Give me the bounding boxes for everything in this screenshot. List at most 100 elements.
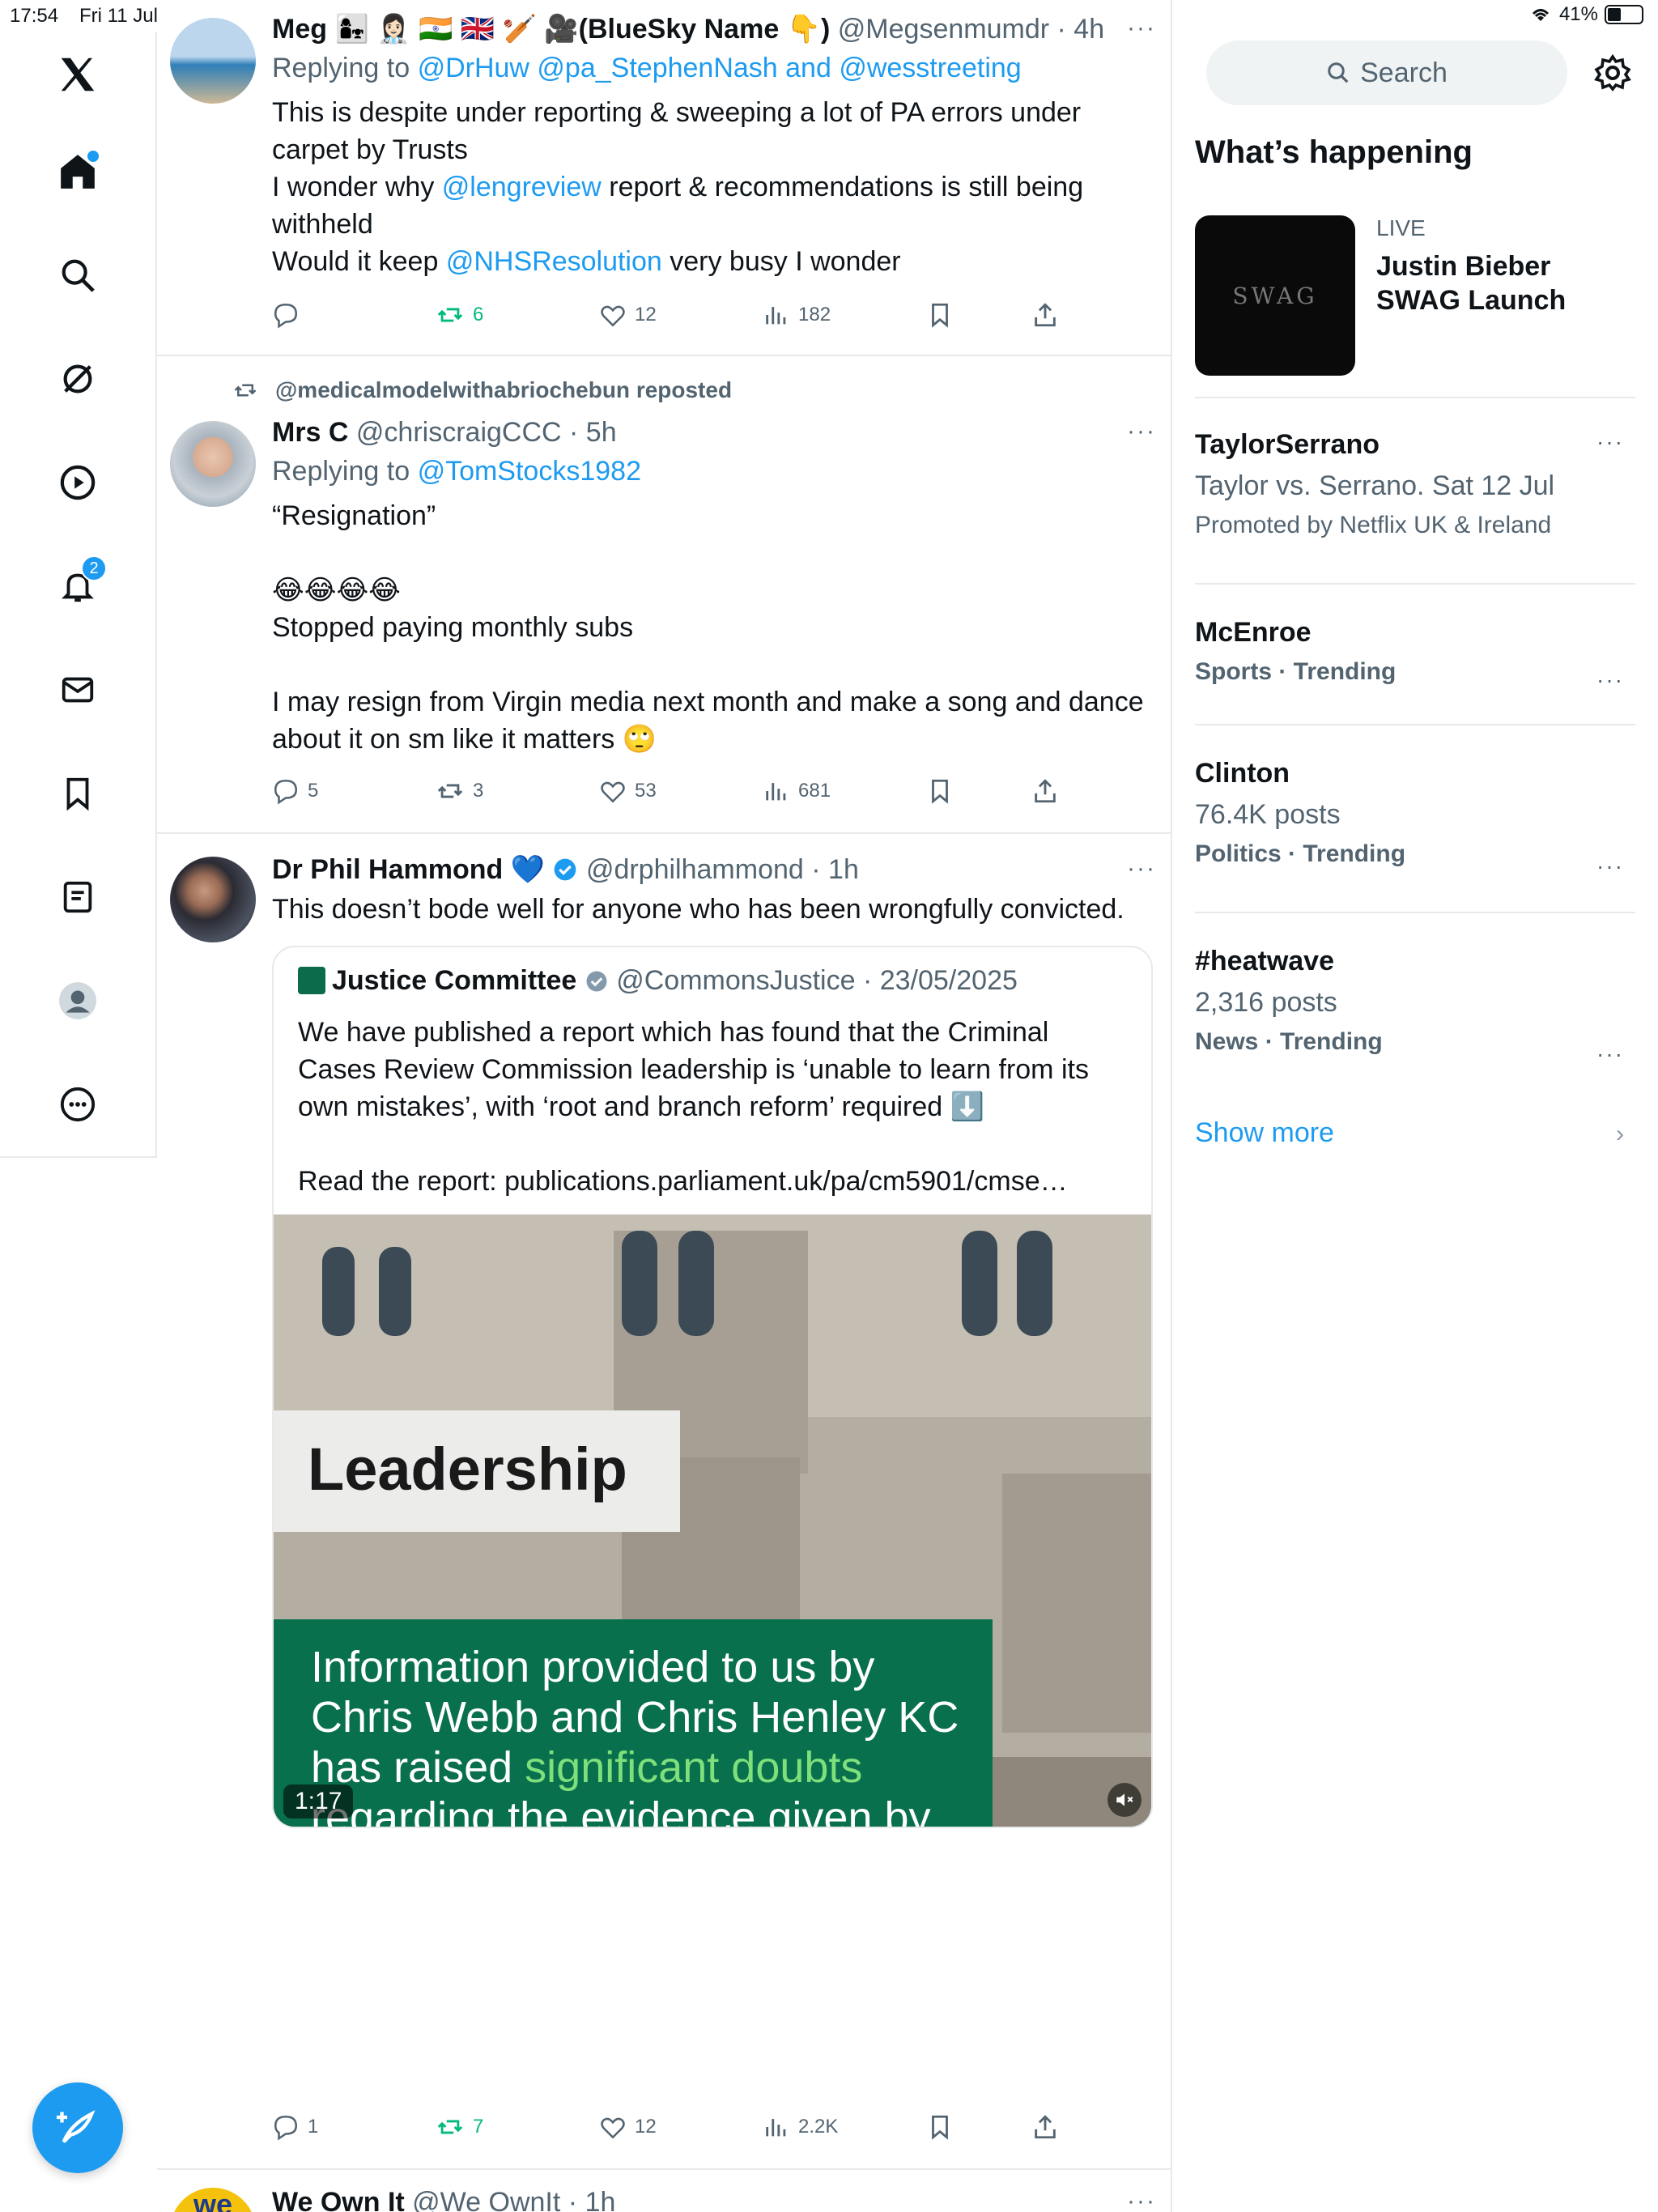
home-icon[interactable]	[52, 146, 104, 198]
author-handle[interactable]: @We OwnIt	[412, 2187, 560, 2212]
bookmarks-icon[interactable]	[52, 768, 104, 819]
author-name[interactable]: Mrs C	[272, 417, 348, 448]
repost-button[interactable]: 3	[436, 777, 599, 805]
live-label: LIVE	[1376, 215, 1426, 240]
x-logo-icon[interactable]	[52, 49, 104, 100]
tweet-actions: 1 7 12 2.2K	[272, 2113, 1137, 2141]
avatar[interactable]	[170, 857, 256, 942]
live-event-title[interactable]: Justin Bieber SWAG Launch	[1376, 249, 1635, 317]
tweet-mrs-c[interactable]: @medicalmodelwithabriochebun reposted Mr…	[157, 356, 1171, 834]
trend-item[interactable]: #heatwave 2,316 posts News · Trending ··…	[1195, 946, 1635, 1066]
mention-link[interactable]: @NHSResolution	[446, 246, 662, 277]
avatar[interactable]	[170, 421, 256, 507]
mention-link[interactable]: @lengreview	[442, 172, 602, 202]
reposted-by[interactable]: @medicalmodelwithabriochebun reposted	[232, 377, 732, 403]
author-handle[interactable]: @chriscraigCCC	[356, 417, 562, 448]
reply-button[interactable]	[272, 301, 436, 329]
tweet-phil-hammond[interactable]: Dr Phil Hammond 💙 @drphilhammond · 1h Th…	[157, 834, 1171, 2170]
trend-item[interactable]: TaylorSerrano Taylor vs. Serrano. Sat 12…	[1195, 429, 1635, 539]
timeline[interactable]: Meg 👩‍👧 👩🏻‍⚕️ 🇮🇳 🇬🇧 🏏 🎥(BlueSky Name 👇) …	[157, 0, 1172, 2212]
share-button[interactable]	[1031, 2113, 1137, 2141]
post-time[interactable]: 1h	[828, 854, 859, 885]
views-button[interactable]: 182	[763, 301, 926, 329]
avatar[interactable]: we	[170, 2188, 256, 2212]
avatar[interactable]	[170, 18, 256, 104]
tweet-meg[interactable]: Meg 👩‍👧 👩🏻‍⚕️ 🇮🇳 🇬🇧 🏏 🎥(BlueSky Name 👇) …	[157, 0, 1171, 356]
messages-envelope-icon[interactable]	[52, 664, 104, 716]
show-more-link[interactable]: Show more ›	[1195, 1117, 1635, 1149]
tweet-we-own-it[interactable]: we We Own It @We OwnIt · 1h ···	[157, 2170, 1171, 2212]
reply-button[interactable]: 1	[272, 2113, 436, 2141]
repost-button[interactable]: 6	[436, 301, 599, 329]
compose-post-button[interactable]	[32, 2082, 123, 2173]
reply-button[interactable]: 5	[272, 777, 436, 805]
video-caption-highlight: significant doubts	[525, 1743, 863, 1792]
verified-badge-icon	[586, 971, 607, 992]
like-count: 53	[635, 780, 657, 802]
video-caption-text: regarding the evidence given by the Chie…	[311, 1793, 931, 1828]
heart-icon	[601, 781, 625, 803]
more-circle-icon[interactable]	[52, 1078, 104, 1130]
video-player[interactable]: Leadership Information provided to us by…	[274, 1214, 1151, 1828]
more-options-icon[interactable]: ···	[1127, 855, 1156, 883]
author-handle[interactable]: @Megsenmumdr	[838, 14, 1049, 45]
quoted-text-body: We have published a report which has fou…	[298, 1017, 1089, 1122]
divider	[1195, 583, 1635, 585]
live-event-thumbnail[interactable]: SWAG	[1195, 215, 1355, 376]
author-handle[interactable]: @drphilhammond	[586, 854, 804, 885]
post-time[interactable]: 4h	[1073, 14, 1104, 45]
replying-to-link[interactable]: @TomStocks1982	[418, 456, 641, 487]
views-chart-icon	[766, 307, 786, 325]
quoted-author-handle[interactable]: @CommonsJustice	[616, 965, 855, 996]
share-button[interactable]	[1031, 301, 1137, 329]
more-options-icon[interactable]: ···	[1127, 418, 1156, 445]
bookmark-button[interactable]	[926, 2113, 1031, 2141]
trend-more-icon[interactable]: ···	[1596, 667, 1624, 693]
video-icon[interactable]	[52, 457, 104, 508]
repost-count: 7	[473, 2116, 484, 2138]
trend-more-icon[interactable]: ···	[1596, 853, 1624, 879]
author-name[interactable]: Meg 👩‍👧 👩🏻‍⚕️ 🇮🇳 🇬🇧 🏏 🎥(BlueSky Name 👇)	[272, 14, 830, 45]
bookmark-button[interactable]	[926, 777, 1031, 805]
settings-gear-icon[interactable]	[1593, 53, 1632, 92]
bookmark-button[interactable]	[926, 301, 1031, 329]
views-button[interactable]: 681	[763, 777, 926, 805]
like-button[interactable]: 12	[599, 301, 763, 329]
video-duration: 1:17	[283, 1784, 354, 1819]
quoted-author-name[interactable]: Justice Committee	[332, 965, 576, 996]
share-icon	[1035, 779, 1056, 803]
like-button[interactable]: 12	[599, 2113, 763, 2141]
trend-item[interactable]: McEnroe Sports · Trending ···	[1195, 617, 1635, 692]
grok-icon[interactable]	[52, 353, 104, 405]
trend-more-icon[interactable]: ···	[1596, 1041, 1624, 1067]
reply-count: 1	[308, 2116, 319, 2138]
views-button[interactable]: 2.2K	[763, 2113, 926, 2141]
profile-avatar-icon[interactable]	[52, 975, 104, 1027]
trend-meta: Promoted by Netflix UK & Ireland	[1195, 512, 1552, 538]
post-time[interactable]: 5h	[586, 417, 617, 448]
quoted-text-link[interactable]: Read the report: publications.parliament…	[298, 1166, 1068, 1197]
repost-button[interactable]: 7	[436, 2113, 599, 2141]
search-input[interactable]: Search	[1206, 40, 1567, 105]
trend-title: McEnroe	[1195, 617, 1312, 648]
tweet-emojis: 😂😂😂😂	[272, 575, 401, 606]
tweet-actions: 5 3 53 681	[272, 777, 1137, 805]
quoted-post[interactable]: Justice Committee @CommonsJustice · 23/0…	[272, 946, 1153, 1828]
notifications-bell-icon[interactable]: 2	[52, 555, 107, 612]
heart-icon	[601, 305, 625, 327]
like-button[interactable]: 53	[599, 777, 763, 805]
search-icon[interactable]	[52, 249, 104, 301]
author-name[interactable]: Dr Phil Hammond 💙	[272, 854, 545, 885]
reposted-by-label[interactable]: @medicalmodelwithabriochebun reposted	[275, 377, 732, 403]
share-button[interactable]	[1031, 777, 1137, 805]
author-name[interactable]: We Own It	[272, 2187, 405, 2212]
tweet-text-line: Stopped paying monthly subs	[272, 612, 634, 643]
post-time[interactable]: 1h	[585, 2187, 616, 2212]
trend-more-icon[interactable]: ···	[1596, 429, 1624, 455]
lists-icon[interactable]	[52, 871, 104, 923]
mute-toggle-icon[interactable]	[1107, 1783, 1141, 1817]
trend-item[interactable]: Clinton 76.4K posts Politics · Trending …	[1195, 758, 1635, 878]
more-options-icon[interactable]: ···	[1127, 15, 1156, 42]
more-options-icon[interactable]: ···	[1127, 2188, 1156, 2212]
replying-to-link[interactable]: @DrHuw @pa_StephenNash and @wesstreeting	[418, 53, 1022, 83]
